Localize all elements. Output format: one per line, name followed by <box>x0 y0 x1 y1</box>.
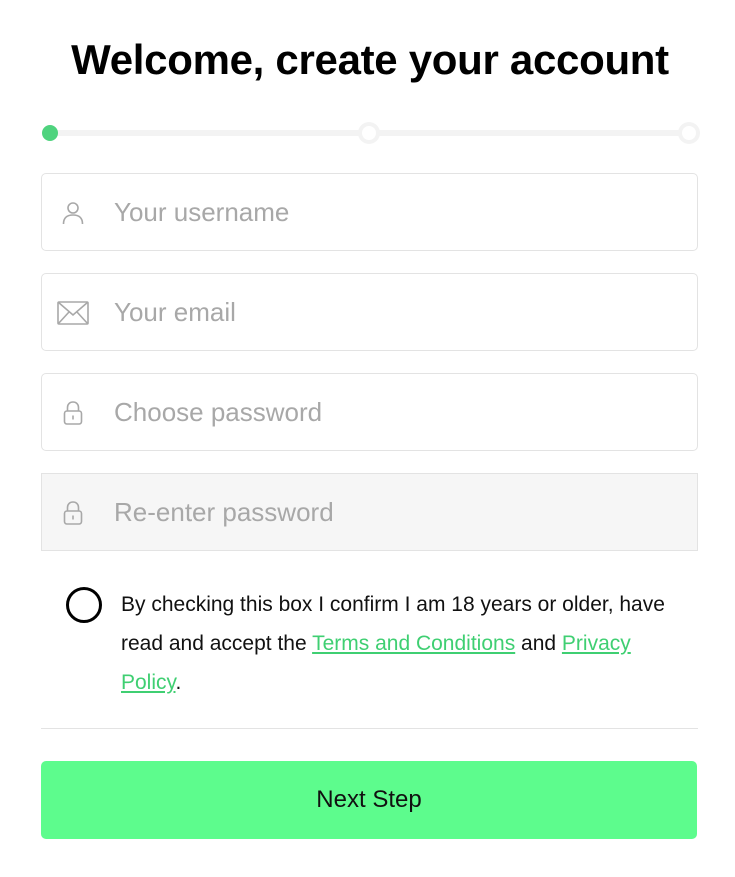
age-consent-checkbox[interactable] <box>66 587 102 623</box>
username-input[interactable] <box>114 174 684 250</box>
step-1-indicator <box>42 125 58 141</box>
password-field[interactable] <box>41 373 698 451</box>
lock-icon <box>57 398 89 428</box>
page-title: Welcome, create your account <box>71 36 669 83</box>
confirm-password-input[interactable] <box>114 474 684 550</box>
divider <box>41 728 698 729</box>
user-icon <box>57 198 89 228</box>
terms-link[interactable]: Terms and Conditions <box>312 632 515 655</box>
step-2-indicator <box>358 122 380 144</box>
username-field[interactable] <box>41 173 698 251</box>
consent-text-between: and <box>515 632 562 655</box>
email-input[interactable] <box>114 274 684 350</box>
next-step-button[interactable]: Next Step <box>41 761 697 839</box>
email-field[interactable] <box>41 273 698 351</box>
envelope-icon <box>57 298 89 328</box>
confirm-password-field[interactable] <box>41 473 698 551</box>
consent-text-after: . <box>175 671 182 694</box>
progress-stepper <box>40 120 700 146</box>
lock-icon <box>57 498 89 528</box>
consent-text: By checking this box I confirm I am 18 y… <box>121 585 696 702</box>
step-3-indicator <box>678 122 700 144</box>
password-input[interactable] <box>114 374 684 450</box>
